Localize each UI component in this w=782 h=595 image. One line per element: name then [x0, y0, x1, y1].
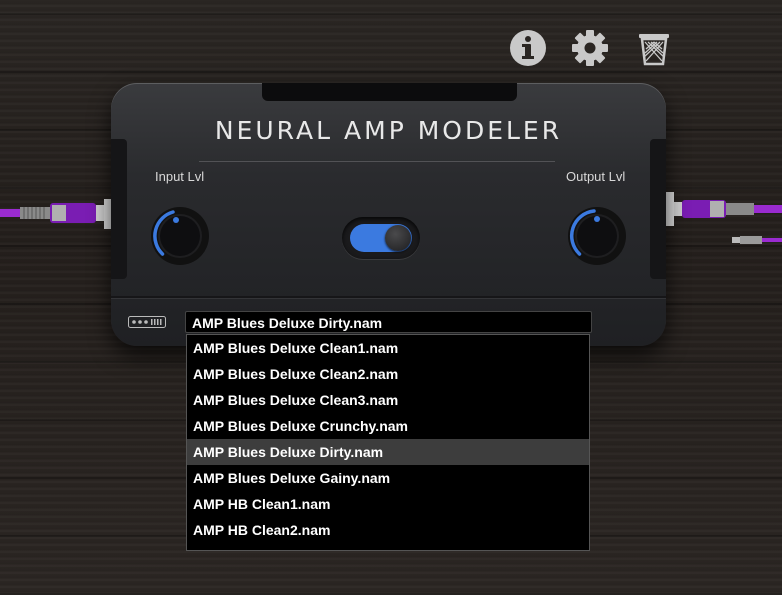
bypass-toggle[interactable] — [342, 217, 420, 259]
input-level-label: Input Lvl — [155, 169, 205, 184]
model-select[interactable]: AMP Blues Deluxe Dirty.nam — [185, 311, 592, 333]
model-option[interactable]: AMP HB Clean3.nam — [187, 543, 589, 550]
model-icon — [128, 316, 166, 328]
model-option[interactable]: AMP Blues Deluxe Gainy.nam — [187, 465, 589, 491]
model-option[interactable]: AMP Blues Deluxe Clean3.nam — [187, 387, 589, 413]
toggle-thumb — [385, 225, 411, 251]
info-icon[interactable] — [508, 28, 548, 68]
model-option[interactable]: AMP Blues Deluxe Crunchy.nam — [187, 413, 589, 439]
output-level-knob[interactable] — [566, 205, 628, 267]
model-option[interactable]: AMP Blues Deluxe Clean1.nam — [187, 335, 589, 361]
model-option[interactable]: AMP Blues Deluxe Clean2.nam — [187, 361, 589, 387]
output-level-label: Output Lvl — [566, 169, 626, 184]
panel-divider — [111, 296, 666, 298]
app-title: NEURAL AMP MODELER — [214, 116, 563, 145]
title-underline — [199, 161, 555, 162]
panel-side-left — [111, 139, 127, 279]
panel-side-right — [650, 139, 666, 279]
panel-notch — [262, 83, 517, 101]
trash-icon[interactable] — [634, 28, 674, 68]
gear-icon[interactable] — [570, 28, 610, 68]
model-option[interactable]: AMP HB Clean1.nam — [187, 491, 589, 517]
model-option[interactable]: AMP HB Clean2.nam — [187, 517, 589, 543]
output-cable — [666, 192, 782, 254]
input-level-knob[interactable] — [149, 205, 211, 267]
model-dropdown-list[interactable]: AMP Blues Deluxe Clean1.nam AMP Blues De… — [186, 334, 590, 551]
model-option-selected[interactable]: AMP Blues Deluxe Dirty.nam — [187, 439, 589, 465]
input-cable — [0, 199, 112, 229]
